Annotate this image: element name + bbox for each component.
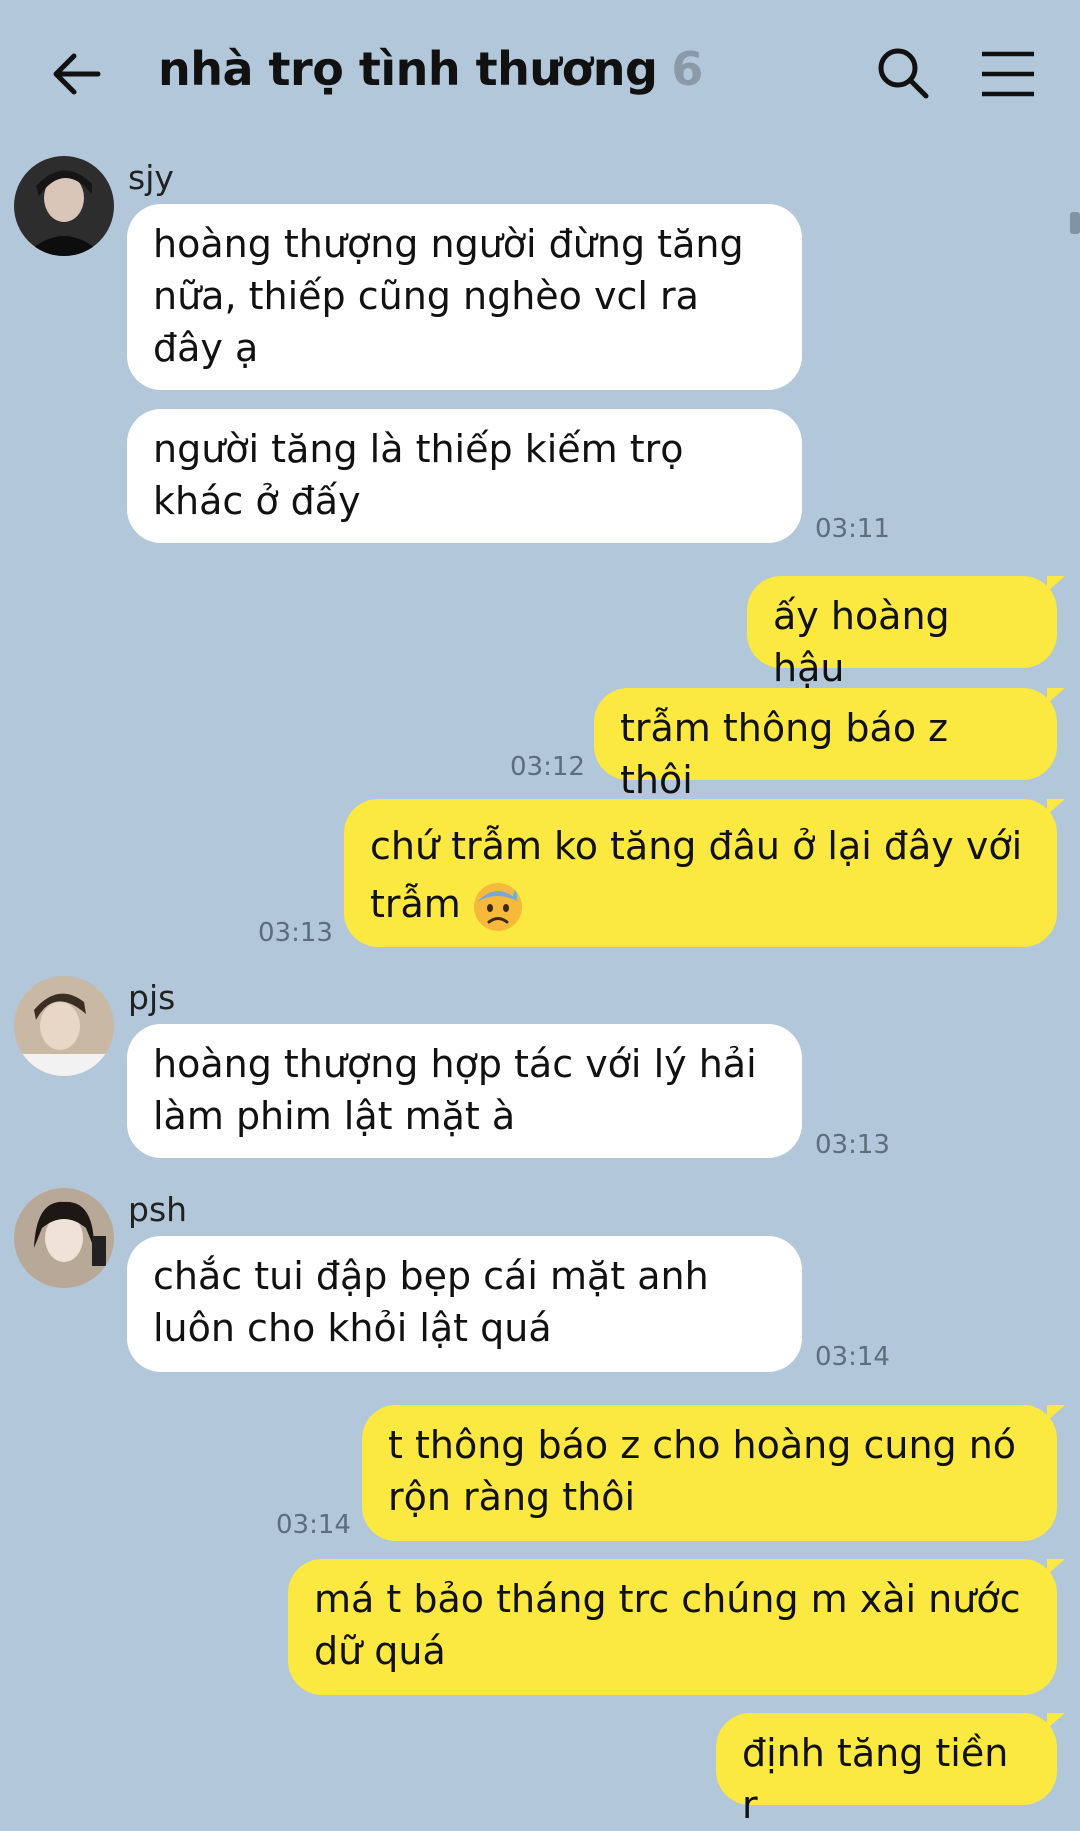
sender-name: pjs <box>128 978 176 1017</box>
message-bubble-incoming[interactable]: người tăng là thiếp kiếm trọ khác ở đấy <box>127 409 802 543</box>
avatar-image-icon <box>14 156 114 256</box>
avatar[interactable] <box>14 976 114 1076</box>
message-bubble-incoming[interactable]: chắc tui đập bẹp cái mặt anh luôn cho kh… <box>127 1236 802 1372</box>
member-count: 6 <box>671 42 703 96</box>
message-text: chứ trẫm ko tăng đâu ở lại đây với trẫm <box>370 824 1023 926</box>
message-bubble-incoming[interactable]: hoàng thượng hợp tác với lý hải làm phim… <box>127 1024 802 1158</box>
avatar[interactable] <box>14 156 114 256</box>
message-bubble-outgoing[interactable]: trẫm thông báo z thôi <box>594 688 1065 802</box>
room-name: nhà trọ tình thương <box>158 42 658 96</box>
message-timestamp: 03:13 <box>815 1130 890 1160</box>
message-timestamp: 03:12 <box>510 752 585 782</box>
message-bubble-outgoing[interactable]: ấy hoàng hậu <box>747 576 1065 690</box>
message-bubble-incoming[interactable]: hoàng thượng người đừng tăng nữa, thiếp … <box>127 204 802 390</box>
sender-name: sjy <box>128 158 174 197</box>
search-icon <box>878 48 929 99</box>
message-timestamp: 03:13 <box>258 918 333 948</box>
message-bubble-outgoing[interactable]: chứ trẫm ko tăng đâu ở lại đây với trẫm <box>344 799 1065 947</box>
chat-title: nhà trọ tình thương 6 <box>158 42 703 96</box>
chat-header: nhà trọ tình thương 6 <box>0 0 1080 150</box>
avatar[interactable] <box>14 1188 114 1288</box>
message-timestamp: 03:14 <box>815 1342 890 1372</box>
arrow-left-icon <box>53 53 101 95</box>
menu-button[interactable] <box>978 48 1038 100</box>
avatar-image-icon <box>14 976 114 1076</box>
anxious-sweat-face-icon <box>473 882 522 931</box>
message-bubble-outgoing[interactable]: t thông báo z cho hoàng cung nó rộn ràng… <box>362 1405 1065 1541</box>
search-button[interactable] <box>876 46 932 102</box>
sender-name: psh <box>128 1190 188 1229</box>
message-bubble-outgoing[interactable]: má t bảo tháng trc chúng m xài nước dữ q… <box>288 1559 1065 1695</box>
message-timestamp: 03:14 <box>276 1510 351 1540</box>
scrollbar-thumb[interactable] <box>1070 212 1080 234</box>
back-button[interactable] <box>48 46 108 106</box>
message-timestamp: 03:11 <box>815 514 890 544</box>
avatar-image-icon <box>14 1188 114 1288</box>
message-bubble-outgoing[interactable]: định tăng tiền r <box>716 1713 1065 1827</box>
hamburger-menu-icon <box>982 51 1034 97</box>
